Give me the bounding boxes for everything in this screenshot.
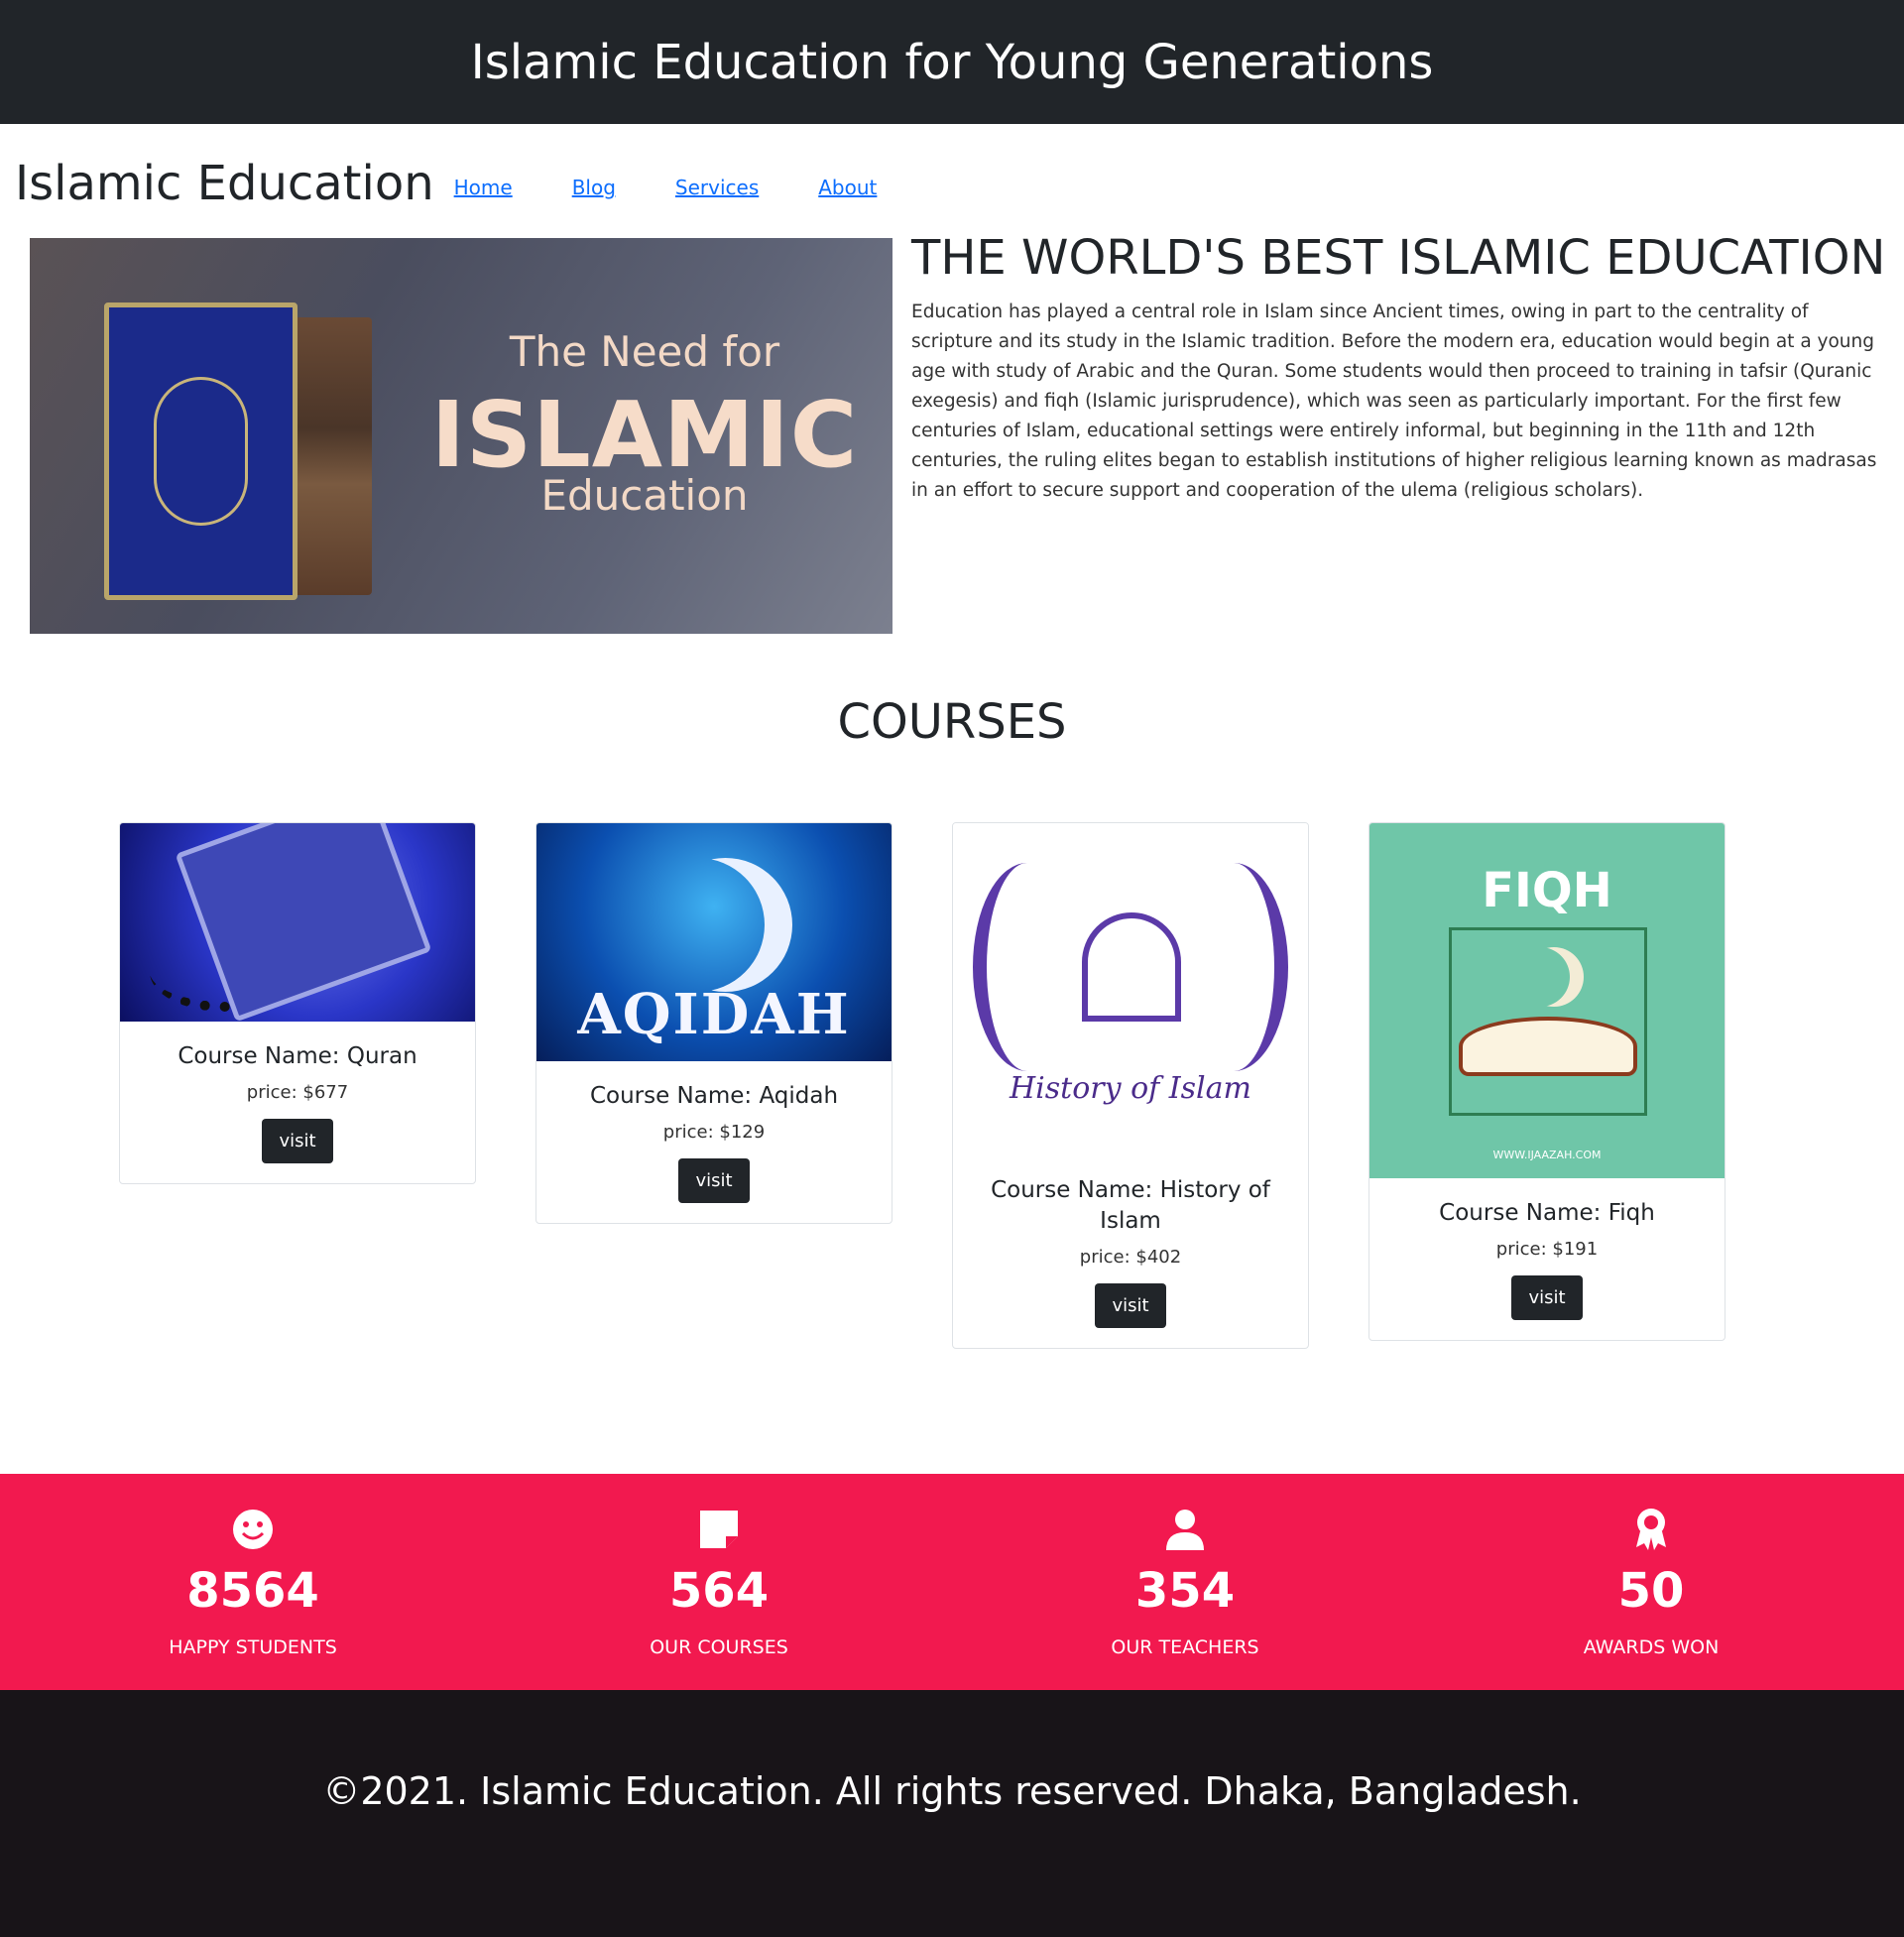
course-name: Course Name: Quran [178, 1043, 417, 1069]
nav-link-blog[interactable]: Blog [572, 168, 616, 199]
stat-number: 354 [1134, 1563, 1236, 1619]
course-card-quran: Course Name: Quran price: $677 visit [119, 822, 476, 1184]
open-book-icon [1459, 1017, 1637, 1076]
visit-button[interactable]: visit [1511, 1275, 1583, 1320]
stats-band: 8564 HAPPY STUDENTS 564 OUR COURSES 354 … [0, 1474, 1904, 1690]
hero-text: THE WORLD'S BEST ISLAMIC EDUCATION Educa… [911, 230, 1886, 506]
course-image-title: AQIDAH [577, 982, 851, 1047]
stat-label: AWARDS WON [1583, 1636, 1720, 1658]
footer: ©2021. Islamic Education. All rights res… [0, 1690, 1904, 1937]
visit-button[interactable]: visit [1095, 1283, 1166, 1328]
laurel-icon [1179, 863, 1288, 1071]
crescent-moon-icon [631, 858, 765, 992]
navbar: Islamic Education Home Blog Services Abo… [15, 149, 936, 218]
stat-label: OUR COURSES [650, 1636, 788, 1658]
course-price: price: $129 [662, 1122, 766, 1143]
hero-image-line3: Education [540, 471, 749, 520]
course-card-aqidah: AQIDAH Course Name: Aqidah price: $129 v… [536, 822, 892, 1224]
hero-title: THE WORLD'S BEST ISLAMIC EDUCATION [911, 230, 1886, 286]
stat-our-teachers: 354 OUR TEACHERS [1036, 1474, 1334, 1658]
visit-button[interactable]: visit [262, 1119, 333, 1163]
brand-logo[interactable]: Islamic Education [15, 156, 434, 211]
course-name: Course Name: Fiqh [1439, 1200, 1655, 1226]
course-name: Course Name: History of Islam [991, 1177, 1270, 1234]
note-icon [570, 1500, 868, 1559]
course-image-history: History of Islam [953, 823, 1308, 1155]
person-icon [1036, 1500, 1334, 1559]
visit-button[interactable]: visit [678, 1158, 750, 1203]
course-price: price: $402 [1079, 1247, 1182, 1268]
stat-our-courses: 564 OUR COURSES [570, 1474, 868, 1658]
stat-awards-won: 50 AWARDS WON [1502, 1474, 1800, 1658]
nav-link-home[interactable]: Home [454, 168, 513, 199]
course-card-history: History of Islam Course Name: History of… [952, 822, 1309, 1349]
hero-image: The Need for ISLAMIC Education [30, 238, 892, 634]
course-card-fiqh: FIQH WWW.IJAAZAH.COM Course Name: Fiqh p… [1368, 822, 1726, 1341]
courses-title: COURSES [837, 694, 1067, 750]
nav-link-services[interactable]: Services [675, 168, 759, 199]
stat-label: HAPPY STUDENTS [169, 1636, 337, 1658]
course-image-title: History of Islam [1010, 1071, 1251, 1106]
crescent-moon-icon [1510, 947, 1570, 1007]
stat-number: 8564 [186, 1563, 319, 1619]
stat-label: OUR TEACHERS [1111, 1636, 1259, 1658]
hero-image-line1: The Need for [509, 327, 780, 376]
mosque-icon [1082, 912, 1181, 1022]
course-name: Course Name: Aqidah [589, 1083, 839, 1109]
course-price: price: $677 [246, 1082, 349, 1103]
footer-copyright: ©2021. Islamic Education. All rights res… [322, 1769, 1582, 1813]
course-image-quran [120, 823, 475, 1022]
award-icon [1502, 1500, 1800, 1559]
book-stack-graphic [293, 317, 372, 595]
nav-link-about[interactable]: About [818, 168, 877, 199]
course-image-title: FIQH [1482, 863, 1612, 918]
stat-number: 564 [668, 1563, 770, 1619]
banner-title: Islamic Education for Young Generations [470, 34, 1434, 90]
top-banner: Islamic Education for Young Generations [0, 0, 1904, 124]
course-image-url: WWW.IJAAZAH.COM [1492, 1149, 1602, 1161]
smile-icon [104, 1500, 402, 1559]
laurel-icon [973, 863, 1082, 1071]
course-price: price: $191 [1495, 1239, 1599, 1260]
quran-book-graphic [104, 303, 298, 600]
stat-number: 50 [1617, 1563, 1685, 1619]
course-image-fiqh: FIQH WWW.IJAAZAH.COM [1369, 823, 1725, 1178]
course-image-aqidah: AQIDAH [536, 823, 892, 1061]
hero-paragraph: Education has played a central role in I… [911, 302, 1877, 501]
stat-happy-students: 8564 HAPPY STUDENTS [104, 1474, 402, 1658]
